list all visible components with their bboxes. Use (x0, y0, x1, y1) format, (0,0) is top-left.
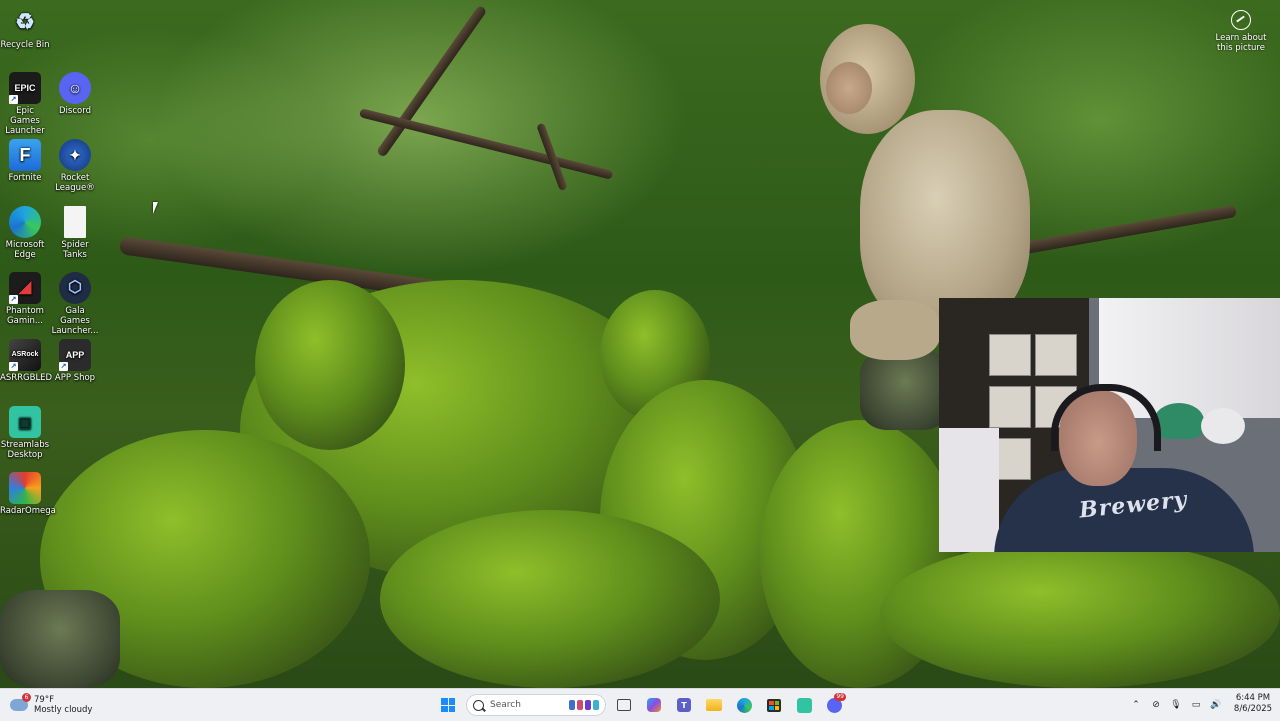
radaromega-icon (9, 472, 41, 504)
weather-badge: 6 (22, 693, 31, 702)
task-view-icon (617, 699, 631, 711)
desktop-icon-gala-games[interactable]: ⬡ Gala Games Launcher... (50, 272, 100, 336)
desktop-icon-label: Phantom Gamin... (6, 306, 44, 326)
desktop-icon-label: Spider Tanks (61, 240, 89, 260)
task-view-button[interactable] (612, 693, 636, 717)
desktop-icon-epic-games[interactable]: EPIC ↗ Epic Games Launcher (0, 72, 50, 136)
clock-date: 8/6/2025 (1233, 704, 1273, 714)
phantom-gaming-icon: ◢ ↗ (9, 272, 41, 304)
app-shop-icon: APP ↗ (59, 339, 91, 371)
store-icon (767, 698, 781, 712)
desktop-icon-app-shop[interactable]: APP ↗ APP Shop (50, 339, 100, 383)
desktop-icon-label: Fortnite (8, 173, 42, 183)
chevron-up-icon: ⌃ (1132, 700, 1140, 710)
display-button[interactable]: ▭ (1188, 697, 1204, 713)
desktop-icon-label: Streamlabs Desktop (0, 440, 50, 460)
file-explorer-button[interactable] (702, 693, 726, 717)
network-icon: ⊘ (1152, 700, 1160, 710)
microphone-icon: 🎙 (1170, 700, 1182, 710)
search-highlight-icon (569, 700, 599, 710)
file-icon (64, 206, 86, 238)
desktop-icon-spider-tanks[interactable]: Spider Tanks (50, 206, 100, 260)
desktop-icon-edge[interactable]: Microsoft Edge (0, 206, 50, 260)
desktop-icon-label: Gala Games Launcher... (51, 306, 99, 336)
desktop-icon-label: Microsoft Edge (5, 240, 45, 260)
desktop-icon-discord[interactable]: ☺ Discord (50, 72, 100, 116)
fortnite-icon: F (9, 139, 41, 171)
discord-taskbar-button[interactable]: 99 (822, 693, 846, 717)
streamlabs-taskbar-button[interactable] (792, 693, 816, 717)
epic-games-icon: EPIC ↗ (9, 72, 41, 104)
volume-button[interactable]: 🔊 (1208, 697, 1224, 713)
learn-about-picture-button[interactable]: Learn about this picture (1212, 10, 1270, 53)
streamlabs-icon: ▣ (9, 406, 41, 438)
gala-games-icon: ⬡ (59, 272, 91, 304)
asrrgbled-icon: ASRock ↗ (9, 339, 41, 371)
desktop-icon-label: Rocket League® (55, 173, 95, 193)
start-button[interactable] (436, 693, 460, 717)
copilot-button[interactable] (642, 693, 666, 717)
desktop-icon-label: Epic Games Launcher (5, 106, 45, 136)
teams-button[interactable]: T (672, 693, 696, 717)
display-icon: ▭ (1191, 700, 1201, 710)
discord-notification-badge: 99 (834, 693, 846, 701)
clock-time: 6:44 PM (1235, 693, 1271, 703)
desktop-icon-asrrgbled[interactable]: ASRock ↗ ASRRGBLED (0, 339, 53, 383)
camera-icon (1231, 10, 1251, 30)
weather-condition: Mostly cloudy (34, 705, 93, 715)
microphone-button[interactable]: 🎙 (1168, 697, 1184, 713)
edge-taskbar-button[interactable] (732, 693, 756, 717)
store-button[interactable] (762, 693, 786, 717)
file-explorer-icon (706, 699, 722, 711)
desktop-icon-label: ASRRGBLED (0, 373, 53, 383)
show-hidden-icons-button[interactable]: ⌃ (1128, 697, 1144, 713)
desktop-icon-rocket-league[interactable]: ✦ Rocket League® (50, 139, 100, 193)
clock[interactable]: 6:44 PM 8/6/2025 (1228, 693, 1278, 715)
cloud-icon: 6 (10, 693, 31, 711)
rocket-league-icon: ✦ (59, 139, 91, 171)
start-icon (441, 698, 455, 712)
learn-about-label: Learn about this picture (1215, 33, 1267, 53)
desktop-icon-fortnite[interactable]: F Fortnite (0, 139, 50, 183)
speaker-icon: 🔊 (1210, 700, 1222, 710)
discord-icon: ☺ (59, 72, 91, 104)
copilot-icon (647, 698, 661, 712)
taskbar: 6 79°F Mostly cloudy Search T 99 ⌃ ⊘ 🎙 ▭… (0, 688, 1280, 721)
recycle-bin-icon: ♻ (15, 9, 35, 34)
desktop-icon-label: RadarOmega (0, 506, 56, 516)
search-placeholder: Search (490, 700, 521, 710)
teams-icon: T (677, 698, 691, 712)
desktop-icon-phantom-gaming[interactable]: ◢ ↗ Phantom Gamin... (0, 272, 50, 326)
edge-icon (9, 206, 41, 238)
search-box[interactable]: Search (466, 694, 606, 716)
streamlabs-icon (796, 697, 812, 713)
network-button[interactable]: ⊘ (1148, 697, 1164, 713)
desktop-icon-label: Discord (59, 106, 91, 116)
desktop-icon-streamlabs[interactable]: ▣ Streamlabs Desktop (0, 406, 50, 460)
desktop-icon-label: APP Shop (54, 373, 96, 383)
weather-temp: 79°F (34, 695, 54, 705)
desktop-icon-radaromega[interactable]: RadarOmega (0, 472, 56, 516)
search-icon (473, 699, 484, 711)
desktop-icon-label: Recycle Bin (0, 40, 50, 50)
webcam-overlay: Brewery (939, 298, 1280, 552)
weather-widget[interactable]: 6 79°F Mostly cloudy (10, 691, 92, 719)
system-tray: ⌃ ⊘ 🎙 ▭ 🔊 (1128, 692, 1224, 718)
desktop-icon-recycle-bin[interactable]: ♻ Recycle Bin (0, 6, 50, 51)
edge-icon (736, 697, 752, 713)
mouse-cursor-icon (153, 202, 163, 214)
